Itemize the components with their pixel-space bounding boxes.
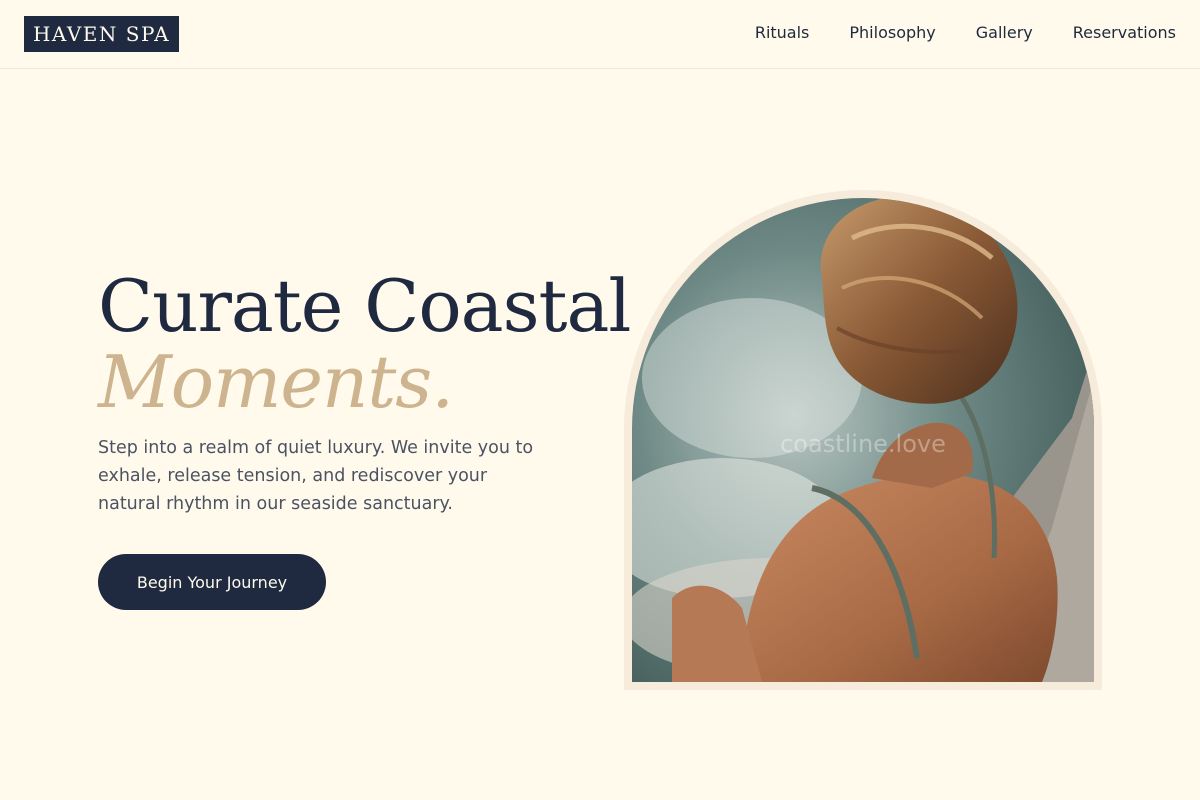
nav-link-rituals[interactable]: Rituals (755, 22, 810, 44)
nav-link-reservations[interactable]: Reservations (1073, 22, 1176, 44)
begin-journey-button[interactable]: Begin Your Journey (98, 554, 326, 610)
headline-line-1: Curate Coastal (98, 264, 631, 348)
hero-image-frame: coastline.love (624, 190, 1102, 690)
nav-link-gallery[interactable]: Gallery (976, 22, 1033, 44)
brand-logo[interactable]: HAVEN SPA (24, 16, 179, 52)
hero-headline: Curate Coastal Moments. (98, 268, 631, 424)
hero-intro-paragraph: Step into a realm of quiet luxury. We in… (98, 438, 534, 514)
woman-in-spa-pool-photo: coastline.love (632, 198, 1094, 682)
hero-text: Curate Coastal Moments. Step into a real… (98, 268, 631, 518)
nav-link-philosophy[interactable]: Philosophy (849, 22, 935, 44)
top-navigation: HAVEN SPA Rituals Philosophy Gallery Res… (0, 0, 1200, 69)
image-watermark: coastline.love (780, 430, 946, 458)
nav-links: Rituals Philosophy Gallery Reservations (755, 22, 1176, 44)
headline-line-2: Moments. (98, 340, 454, 424)
